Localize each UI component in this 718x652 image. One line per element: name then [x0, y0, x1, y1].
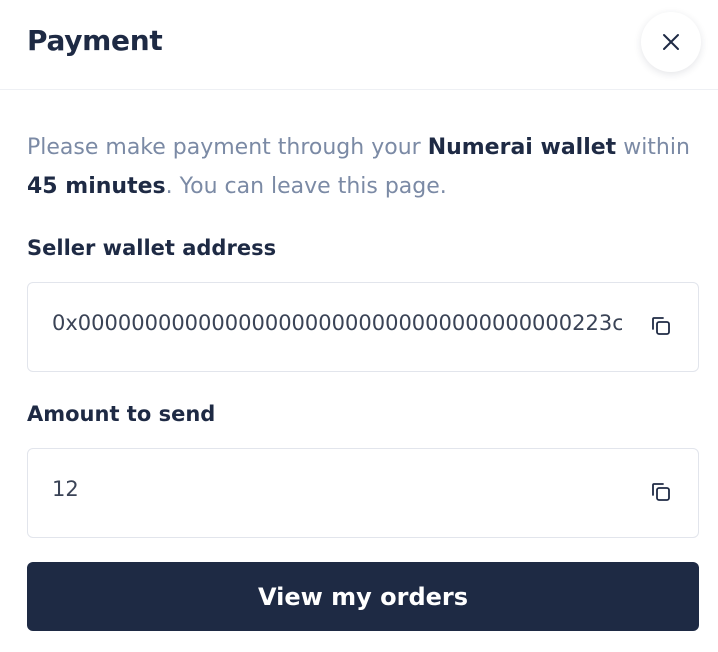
close-button[interactable]	[641, 12, 701, 72]
copy-wallet-button[interactable]	[650, 315, 672, 337]
seller-wallet-label: Seller wallet address	[27, 236, 277, 260]
payment-instructions: Please make payment through your Numerai…	[27, 128, 697, 206]
wallet-name: Numerai wallet	[427, 135, 617, 160]
close-icon	[663, 34, 679, 50]
copy-icon	[652, 483, 670, 501]
amount-field: 12	[27, 448, 699, 538]
time-limit: 45 minutes	[27, 174, 166, 199]
view-my-orders-button[interactable]: View my orders	[27, 562, 699, 631]
instructions-text-1: Please make payment through your	[27, 135, 428, 160]
modal-title: Payment	[27, 24, 163, 57]
copy-amount-button[interactable]	[650, 481, 672, 503]
amount-value: 12	[52, 477, 79, 501]
modal-header: Payment	[0, 0, 718, 90]
payment-modal: Payment Please make payment through your…	[0, 0, 718, 652]
copy-icon	[652, 317, 670, 335]
seller-wallet-field: 0x00000000000000000000000000000000000002…	[27, 282, 699, 372]
instructions-text-3: . You can leave this page.	[165, 174, 447, 199]
amount-label: Amount to send	[27, 402, 216, 426]
instructions-text-2: within	[616, 135, 690, 160]
seller-wallet-value: 0x00000000000000000000000000000000000002…	[52, 311, 622, 335]
